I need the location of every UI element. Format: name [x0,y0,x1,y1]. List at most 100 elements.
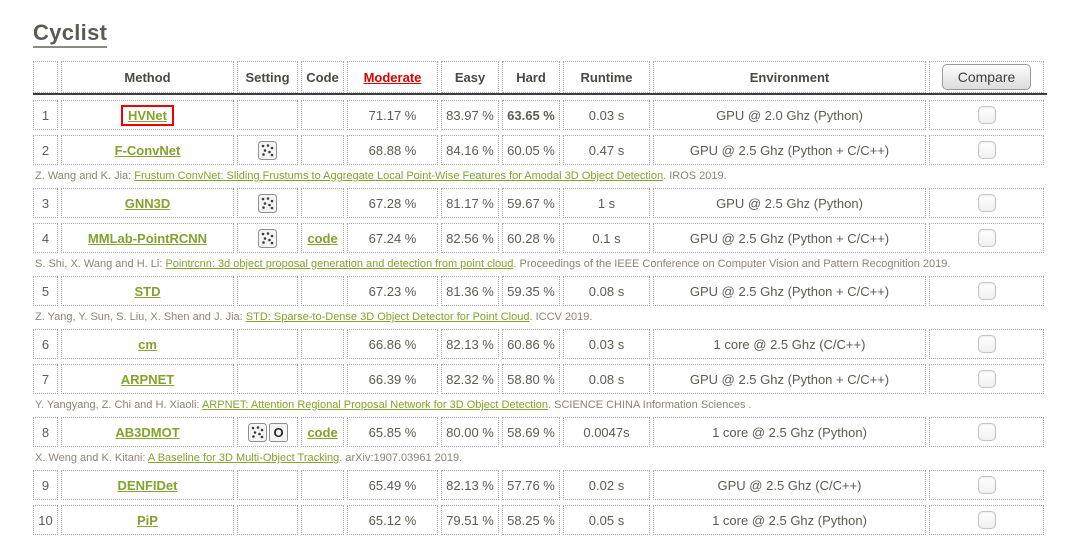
method-cell: DENFIDet [61,470,234,500]
page-title-text: Cyclist [33,20,108,48]
laser-points-icon [247,422,267,442]
easy-cell: 82.56 % [441,223,499,253]
compare-checkbox[interactable] [977,476,996,494]
letter-o-icon: O [268,422,288,442]
setting-cell [237,364,298,394]
moderate-cell: 65.85 % [347,417,438,447]
header-runtime: Runtime [563,61,650,93]
setting-cell [237,223,298,253]
method-link[interactable]: DENFIDet [118,478,178,493]
method-link[interactable]: STD [135,284,161,299]
citation-row: S. Shi, X. Wang and H. Li: Pointrcnn: 3d… [35,257,1047,271]
method-cell: MMLab-PointRCNN [61,223,234,253]
compare-cell [929,100,1044,130]
code-cell [301,188,344,218]
method-cell: AB3DMOT [61,417,234,447]
compare-cell [929,364,1044,394]
setting-cell [237,505,298,535]
table-row: 7 ARPNET 66.39 % 82.32 % 58.80 % 0.08 s GPU @ … [33,364,1047,394]
code-cell [301,100,344,130]
method-link[interactable]: ARPNET [121,372,174,387]
table-row: 5 STD 67.23 % 81.36 % 59.35 % 0.08 s GPU @ 2.5… [33,276,1047,306]
method-link[interactable]: MMLab-PointRCNN [88,231,207,246]
code-cell [301,470,344,500]
citation-paper-link[interactable]: A Baseline for 3D Multi-Object Tracking [148,452,339,464]
setting-cell [237,188,298,218]
rank-cell: 10 [33,505,58,535]
citation-paper-link[interactable]: ARPNET: Attention Regional Proposal Netw… [202,399,548,411]
compare-cell [929,188,1044,218]
easy-cell: 80.00 % [441,417,499,447]
moderate-cell: 68.88 % [347,135,438,165]
method-cell: PiP [61,505,234,535]
compare-cell [929,329,1044,359]
citation-paper-link[interactable]: Frustum ConvNet: Sliding Frustums to Agg… [134,170,663,182]
setting-cell [237,276,298,306]
method-link[interactable]: AB3DMOT [115,425,179,440]
setting-icons [258,140,277,160]
citation-paper-link[interactable]: Pointrcnn: 3d object proposal generation… [165,258,513,270]
code-link[interactable]: code [307,425,337,440]
setting-icons: O [247,422,288,442]
hard-cell: 58.80 % [502,364,560,394]
hard-cell: 60.86 % [502,329,560,359]
moderate-cell: 71.17 % [347,100,438,130]
laser-points-icon [258,193,277,213]
environment-cell: 1 core @ 2.5 Ghz (C/C++) [653,329,926,359]
setting-cell: O [237,417,298,447]
environment-cell: 1 core @ 2.5 Ghz (Python) [653,417,926,447]
runtime-cell: 0.08 s [563,276,650,306]
citation-row: Z. Yang, Y. Sun, S. Liu, X. Shen and J. … [35,310,1047,324]
table-row: 6 cm 66.86 % 82.13 % 60.86 % 0.03 s1 core @ 2… [33,329,1047,359]
setting-cell [237,100,298,130]
citation-venue: . arXiv:1907.03961 2019. [339,452,463,464]
hard-cell: 59.67 % [502,188,560,218]
table-row: 1 HVNet 71.17 % 83.97 % 63.65 % 0.03 s GPU @ 2… [33,100,1047,130]
compare-checkbox[interactable] [977,194,996,212]
compare-checkbox[interactable] [977,511,996,529]
rank-cell: 1 [33,100,58,130]
header-setting: Setting [237,61,298,93]
compare-cell [929,223,1044,253]
citation-row: X. Weng and K. Kitani: A Baseline for 3D… [35,451,1047,465]
rank-cell: 3 [33,188,58,218]
rank-cell: 8 [33,417,58,447]
compare-checkbox[interactable] [977,282,996,300]
svg-text:O: O [273,425,283,440]
easy-cell: 82.32 % [441,364,499,394]
rank-cell: 6 [33,329,58,359]
runtime-cell: 0.03 s [563,329,650,359]
compare-checkbox[interactable] [977,370,996,388]
citation-row: Z. Wang and K. Jia: Frustum ConvNet: Sli… [35,169,1047,183]
hard-cell: 63.65 % [502,100,560,130]
rank-cell: 4 [33,223,58,253]
compare-checkbox[interactable] [977,423,996,441]
compare-cell [929,417,1044,447]
compare-checkbox[interactable] [977,229,996,247]
setting-icons [258,193,277,213]
method-link[interactable]: GNN3D [125,196,171,211]
leaderboard-table: Method Setting Code Moderate Easy Hard R… [33,61,1047,535]
citation-row: Y. Yangyang, Z. Chi and H. Xiaoli: ARPNE… [35,398,1047,412]
laser-points-icon [258,140,277,160]
easy-cell: 83.97 % [441,100,499,130]
method-link[interactable]: HVNet [128,108,167,123]
method-cell: HVNet [61,100,234,130]
table-rows: 1 HVNet 71.17 % 83.97 % 63.65 % 0.03 s GPU @ 2… [33,100,1047,535]
compare-checkbox[interactable] [977,141,996,159]
compare-button[interactable]: Compare [941,64,1032,90]
method-link[interactable]: F-ConvNet [115,143,181,158]
method-link[interactable]: cm [138,337,157,352]
rank-cell: 5 [33,276,58,306]
compare-checkbox[interactable] [977,106,996,124]
code-link[interactable]: code [307,231,337,246]
runtime-cell: 0.05 s [563,505,650,535]
header-hard: Hard [502,61,560,93]
citation-authors: Y. Yangyang, Z. Chi and H. Xiaoli: [35,399,202,411]
environment-cell: GPU @ 2.0 Ghz (Python) [653,100,926,130]
runtime-cell: 0.0047s [563,417,650,447]
compare-checkbox[interactable] [977,335,996,353]
method-link[interactable]: PiP [137,513,158,528]
citation-paper-link[interactable]: STD: Sparse-to-Dense 3D Object Detector … [246,311,530,323]
citation-authors: S. Shi, X. Wang and H. Li: [35,258,166,270]
